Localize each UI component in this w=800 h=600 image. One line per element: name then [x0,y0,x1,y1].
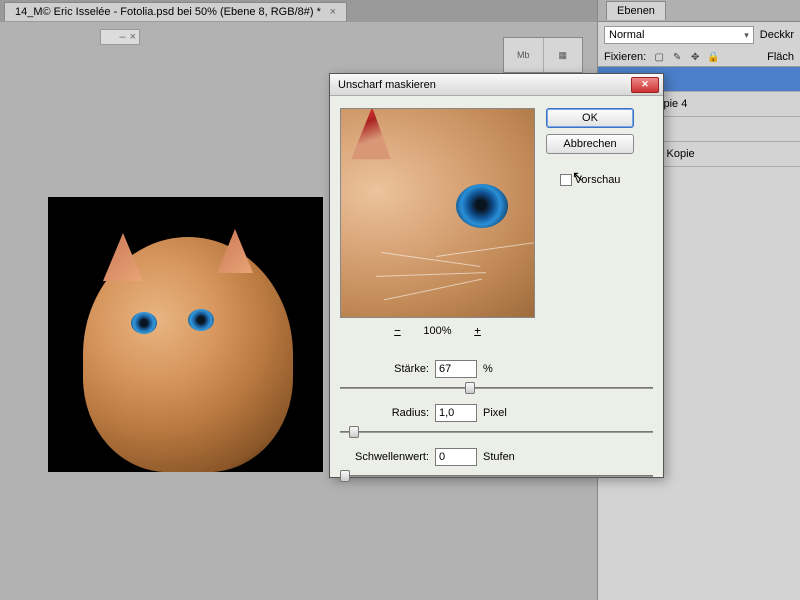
document-tab-title: 14_M© Eric Isselée - Fotolia.psd bei 50%… [15,6,321,18]
toolbar-button-grid[interactable]: ▦ [544,38,583,72]
mini-toolbar: Mb ▦ [503,37,583,73]
threshold-input[interactable] [435,448,477,466]
fill-label: Fläch [767,51,794,63]
zoom-level: 100% [423,325,451,337]
minimize-icon[interactable]: – [119,31,125,43]
ok-button[interactable]: OK [546,108,634,128]
lock-label: Fixieren: [604,51,646,63]
canvas[interactable] [48,197,323,472]
close-icon[interactable]: × [330,6,336,18]
amount-label: Stärke: [340,363,435,375]
dialog-title: Unscharf maskieren [334,79,631,91]
close-icon[interactable]: × [130,31,136,43]
lock-move-icon[interactable]: ✥ [688,50,702,64]
lock-brush-icon[interactable]: ✎ [670,50,684,64]
dialog-title-bar[interactable]: Unscharf maskieren ✕ [330,74,663,96]
panel-tab-row: Ebenen [598,0,800,22]
unsharp-mask-dialog: Unscharf maskieren ✕ − 100% + OK Abbrech… [329,73,664,478]
radius-unit: Pixel [483,407,507,419]
zoom-out-button[interactable]: − [389,324,405,338]
preview-checkbox-label: Vorschau [575,174,621,186]
preview-checkbox[interactable] [560,174,572,186]
amount-input[interactable] [435,360,477,378]
threshold-unit: Stufen [483,451,515,463]
radius-label: Radius: [340,407,435,419]
cancel-button[interactable]: Abbrechen [546,134,634,154]
canvas-image [83,237,293,472]
lock-all-icon[interactable]: 🔒 [706,50,720,64]
close-icon[interactable]: ✕ [631,77,659,93]
amount-unit: % [483,363,493,375]
tab-layers[interactable]: Ebenen [606,1,666,20]
opacity-label: Deckkr [760,29,794,41]
toolbar-button-1[interactable]: Mb [504,38,544,72]
zoom-in-button[interactable]: + [470,324,486,338]
blend-mode-select[interactable]: Normal [604,26,754,44]
document-window-chrome: – × [100,29,140,45]
threshold-label: Schwellenwert: [340,451,435,463]
radius-slider[interactable] [340,424,653,440]
radius-input[interactable] [435,404,477,422]
lock-transparency-icon[interactable]: ▢ [652,50,666,64]
preview-image[interactable] [340,108,535,318]
blend-mode-value: Normal [609,29,644,41]
amount-slider[interactable] [340,380,653,396]
threshold-slider[interactable] [340,468,653,484]
document-tab[interactable]: 14_M© Eric Isselée - Fotolia.psd bei 50%… [4,2,347,21]
